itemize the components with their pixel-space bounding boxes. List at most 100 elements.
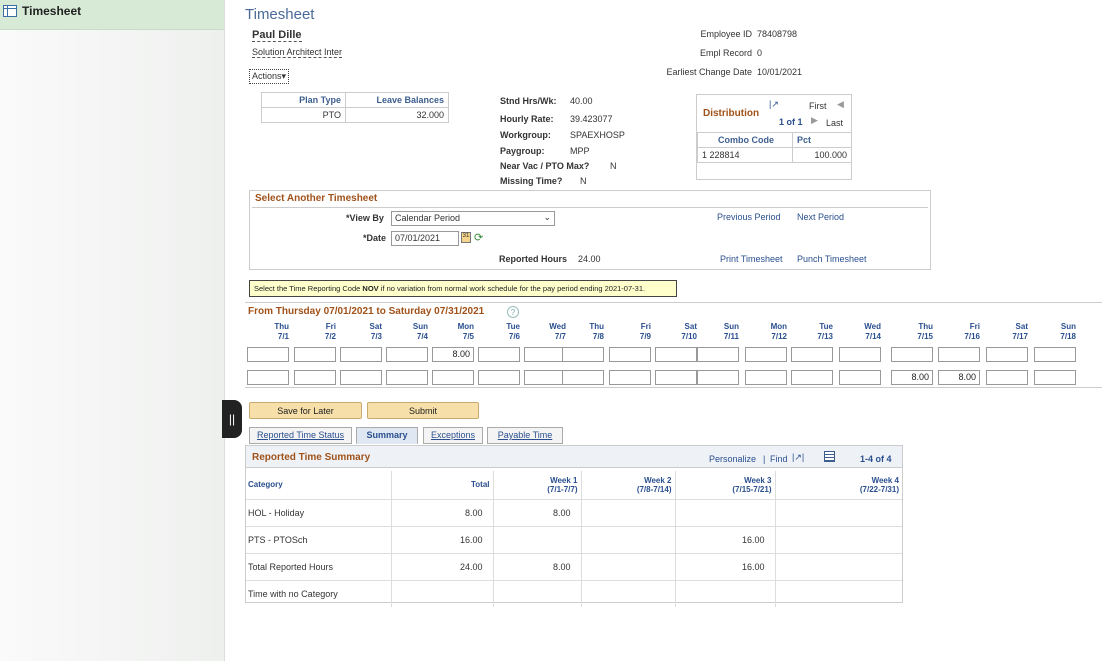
- chevron-right-icon[interactable]: ▶: [811, 115, 818, 126]
- find-link[interactable]: Find: [770, 454, 788, 464]
- plan-type: PTO: [261, 107, 346, 123]
- hours-input[interactable]: [432, 370, 474, 385]
- tab-summary[interactable]: Summary: [356, 427, 418, 444]
- tab-exceptions[interactable]: Exceptions: [423, 427, 483, 444]
- distribution-panel: Distribution |↗ First ◀ 1 of 1 ▶ Last Co…: [696, 94, 852, 180]
- employee-job-title: Solution Architect Inter: [252, 47, 343, 58]
- day-of-week: Sat: [369, 322, 382, 331]
- hours-input[interactable]: [524, 370, 566, 385]
- hours-input[interactable]: [247, 370, 289, 385]
- day-of-week: Fri: [969, 322, 980, 331]
- pct-value: 100.000: [792, 147, 852, 163]
- hours-input[interactable]: [745, 370, 787, 385]
- hours-input[interactable]: [340, 347, 382, 362]
- day-date: 7/1: [277, 332, 289, 341]
- day-of-week: Thu: [589, 322, 604, 331]
- day-of-week: Tue: [506, 322, 520, 331]
- day-header: Fri 7/2: [294, 322, 336, 342]
- print-timesheet-link[interactable]: Print Timesheet: [720, 254, 783, 264]
- hours-input[interactable]: [745, 347, 787, 362]
- hours-input[interactable]: [986, 370, 1028, 385]
- hours-cell: [775, 579, 902, 607]
- hours-input[interactable]: [655, 370, 697, 385]
- table-row: PTO 32.000: [261, 107, 449, 123]
- hours-input[interactable]: [791, 347, 833, 362]
- personalize-link[interactable]: Personalize: [709, 454, 756, 464]
- submit-button[interactable]: Submit: [367, 402, 479, 419]
- hours-cell: 24.00: [391, 552, 494, 580]
- hours-cell: [675, 579, 776, 607]
- employee-name[interactable]: Paul Dille: [252, 29, 302, 42]
- punch-timesheet-link[interactable]: Punch Timesheet: [797, 254, 867, 264]
- combo-code: 228814: [709, 150, 740, 160]
- hours-input[interactable]: [1034, 370, 1076, 385]
- view-all-icon[interactable]: |↗: [769, 99, 779, 110]
- hours-input[interactable]: [478, 370, 520, 385]
- actions-menu[interactable]: Actions▾: [249, 69, 290, 84]
- column-header: Week 3 (7/15-7/21): [675, 471, 776, 499]
- hours-input[interactable]: [340, 370, 382, 385]
- empl-record-label: Empl Record: [699, 48, 752, 58]
- hours-input[interactable]: [386, 347, 428, 362]
- calendar-icon[interactable]: 31: [461, 232, 471, 243]
- day-date: 7/16: [964, 332, 980, 341]
- notice-suffix: if no variation from normal work schedul…: [378, 284, 646, 293]
- day-of-week: Mon: [770, 322, 787, 331]
- first-label[interactable]: First: [809, 101, 827, 111]
- day-of-week: Sun: [412, 322, 428, 331]
- hours-input[interactable]: [1034, 347, 1076, 362]
- download-grid-icon[interactable]: [824, 451, 835, 462]
- save-for-later-button[interactable]: Save for Later: [249, 402, 362, 419]
- distribution-table: Combo Code Pct 1 228814 100.000: [697, 132, 852, 163]
- hours-input[interactable]: [791, 370, 833, 385]
- next-period-link[interactable]: Next Period: [797, 212, 844, 222]
- hours-cell: [775, 498, 902, 526]
- select-timesheet-header: Select Another Timesheet: [252, 191, 928, 208]
- table-row: Total Reported Hours 24.00 8.00 16.00: [246, 552, 902, 580]
- notice-banner: Select the Time Reporting Code NOV if no…: [249, 280, 677, 297]
- refresh-icon[interactable]: ⟳: [474, 231, 483, 244]
- view-all-icon[interactable]: |↗|: [792, 452, 804, 463]
- hours-input[interactable]: [697, 347, 739, 362]
- chevron-left-icon[interactable]: ◀: [837, 99, 844, 110]
- hours-input[interactable]: [562, 370, 604, 385]
- view-by-select[interactable]: Calendar Period ⌄: [391, 211, 555, 226]
- sidebar: Timesheet: [0, 0, 225, 661]
- last-label[interactable]: Last: [826, 118, 843, 128]
- hours-input[interactable]: [655, 347, 697, 362]
- hours-input[interactable]: [891, 347, 933, 362]
- hours-input[interactable]: [609, 347, 651, 362]
- hours-input[interactable]: [247, 347, 289, 362]
- previous-period-link[interactable]: Previous Period: [717, 212, 781, 222]
- hours-input[interactable]: 8.00: [938, 370, 980, 385]
- day-of-week: Thu: [918, 322, 933, 331]
- sidebar-item-timesheet[interactable]: Timesheet: [0, 0, 224, 30]
- hours-input[interactable]: [294, 370, 336, 385]
- column-header: Category: [246, 471, 392, 499]
- hours-input[interactable]: [986, 347, 1028, 362]
- hours-input[interactable]: 8.00: [891, 370, 933, 385]
- tab-payable-time[interactable]: Payable Time: [487, 427, 563, 444]
- collapse-handle[interactable]: ||: [222, 400, 242, 438]
- hours-input[interactable]: [609, 370, 651, 385]
- detail-value: SPAEXHOSP: [570, 130, 625, 140]
- reported-hours-label: Reported Hours: [499, 254, 568, 264]
- hours-input[interactable]: [839, 347, 881, 362]
- tab-reported-time-status[interactable]: Reported Time Status: [249, 427, 352, 444]
- hours-input[interactable]: [524, 347, 566, 362]
- sidebar-item-label: Timesheet: [22, 4, 82, 18]
- date-input[interactable]: 07/01/2021: [391, 231, 459, 246]
- hours-input[interactable]: [386, 370, 428, 385]
- hours-input[interactable]: [562, 347, 604, 362]
- hours-cell: 16.00: [675, 525, 776, 553]
- help-icon[interactable]: ?: [507, 306, 519, 318]
- hours-input[interactable]: 8.00: [432, 347, 474, 362]
- hours-input[interactable]: [478, 347, 520, 362]
- empl-record-value: 0: [757, 48, 763, 58]
- hours-input[interactable]: [938, 347, 980, 362]
- hours-input[interactable]: [697, 370, 739, 385]
- actions-label: Actions: [252, 71, 282, 81]
- hours-input[interactable]: [294, 347, 336, 362]
- hours-input[interactable]: [839, 370, 881, 385]
- column-header: Week 2 (7/8-7/14): [581, 471, 676, 499]
